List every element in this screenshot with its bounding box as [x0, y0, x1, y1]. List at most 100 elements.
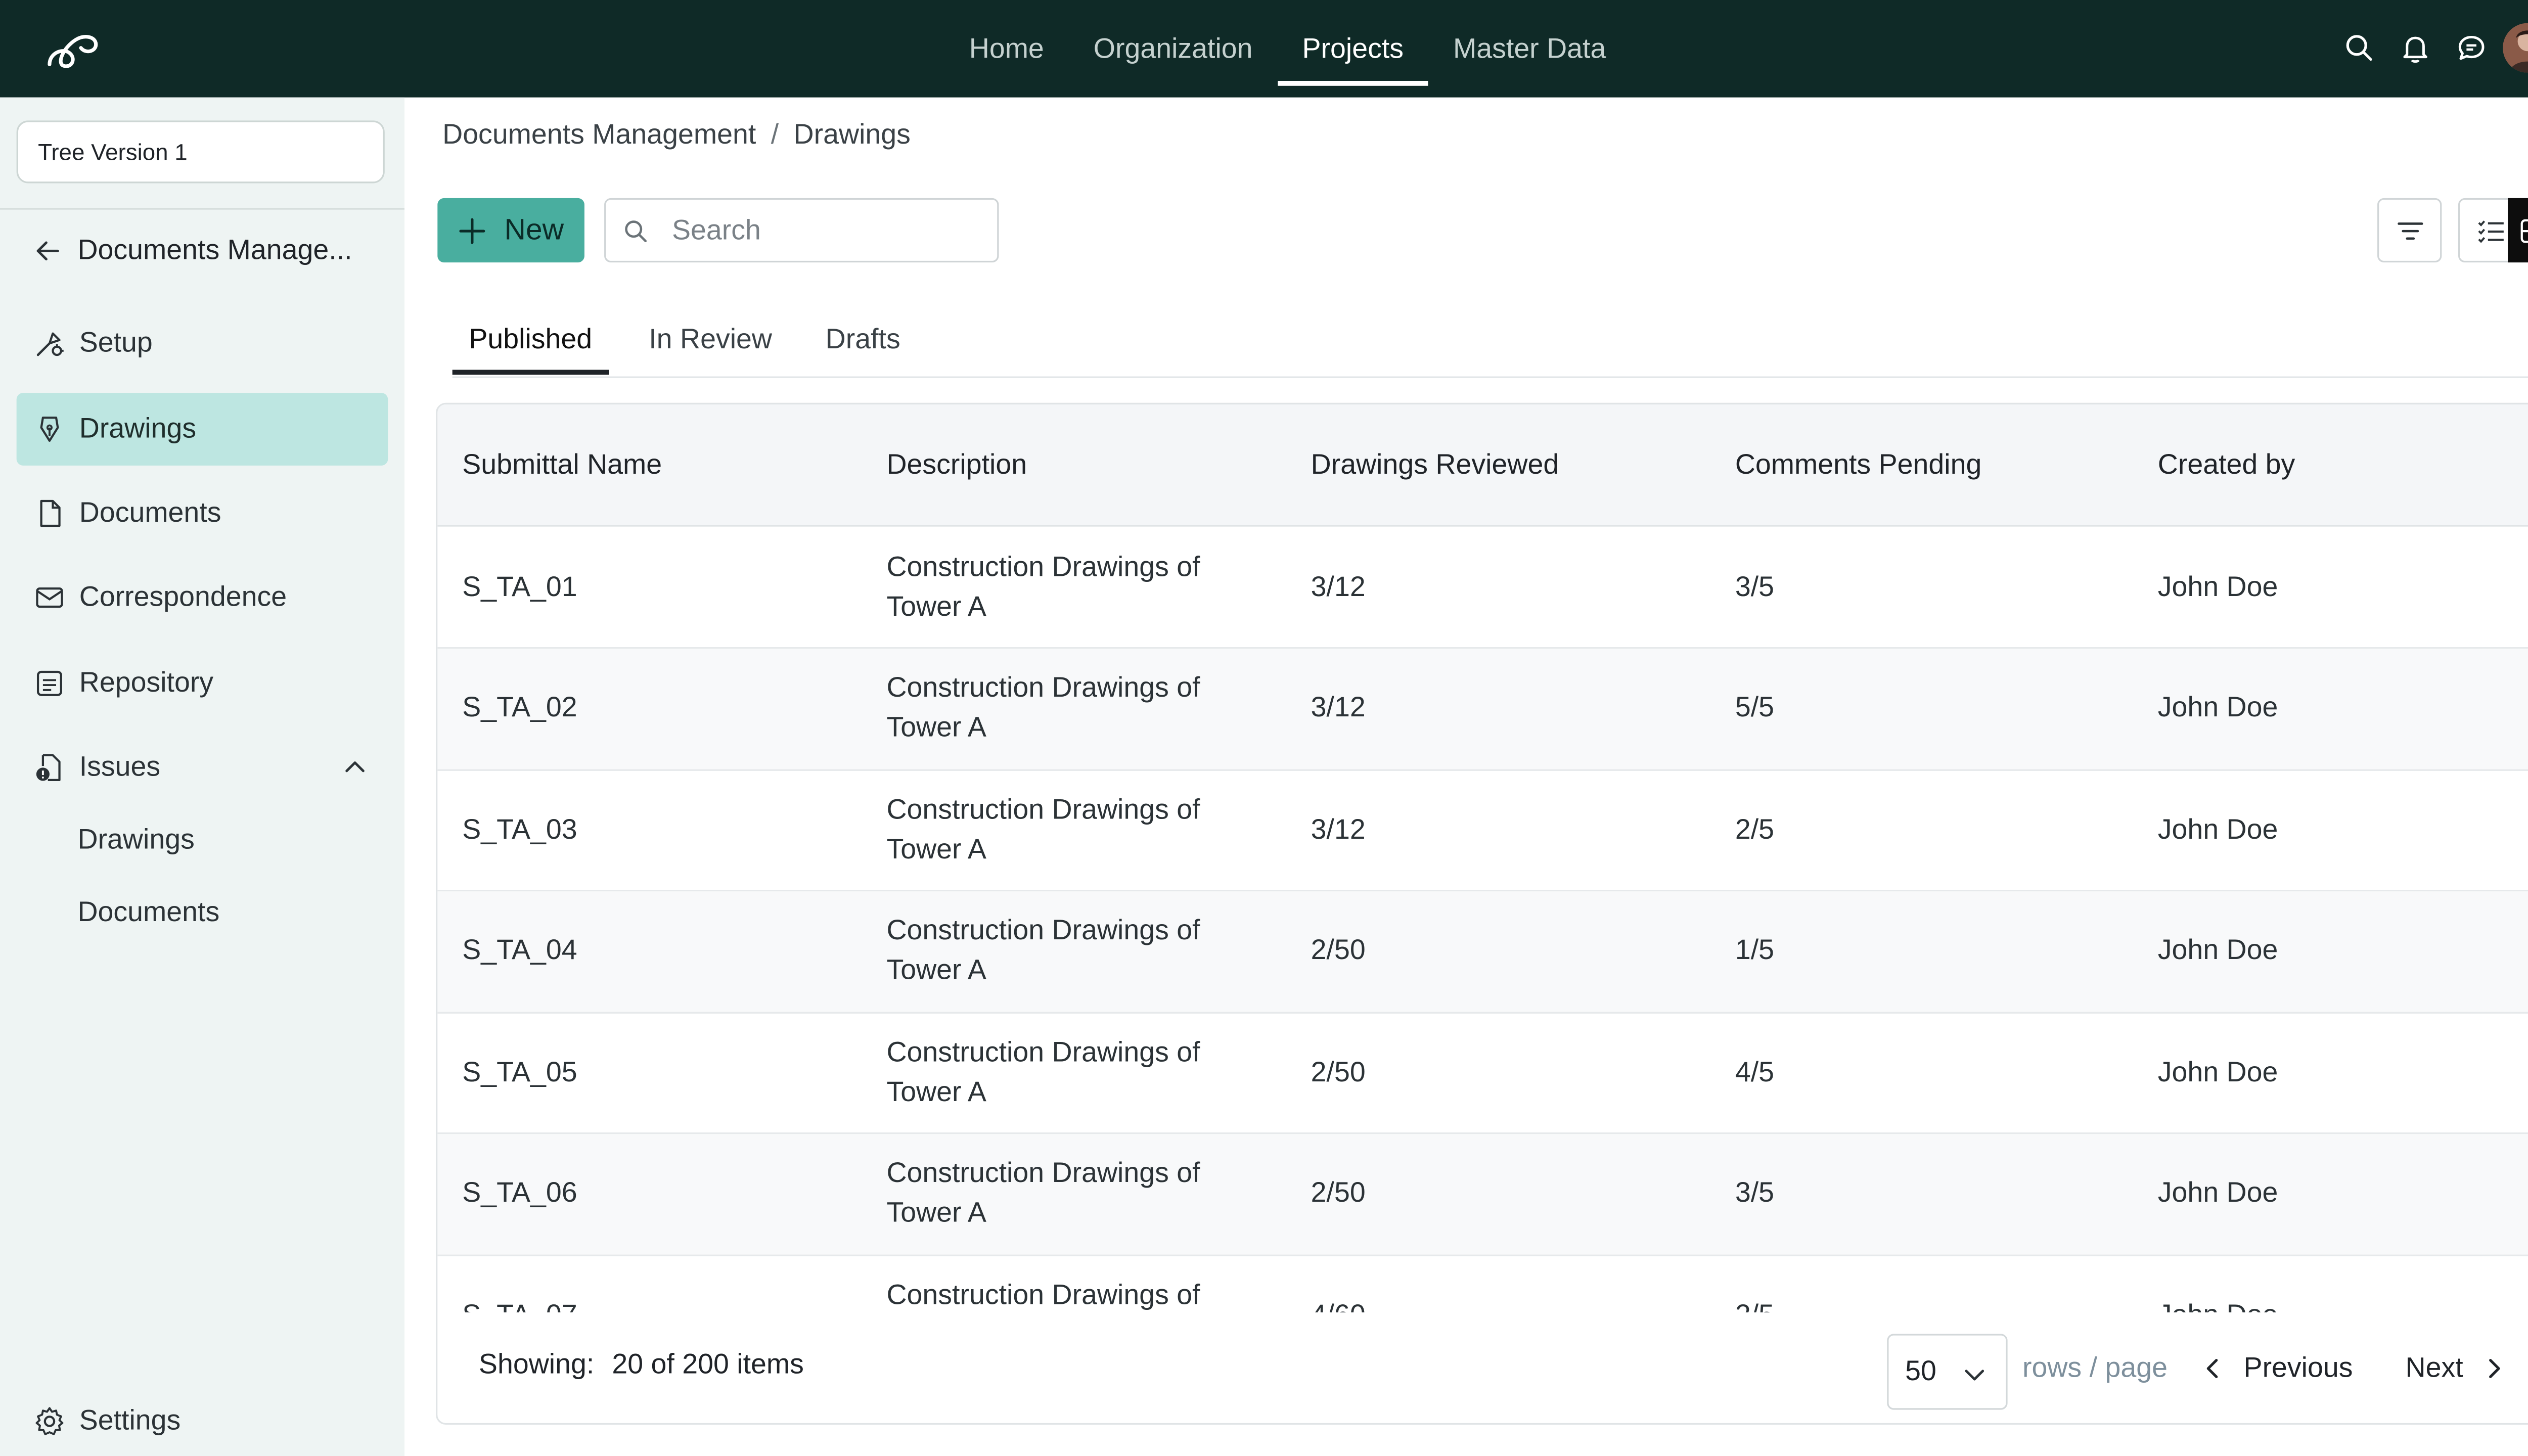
main-nav: Home Organization Projects Master Data: [944, 0, 1631, 98]
cell-submittal-name: S_TA_01: [462, 570, 577, 602]
sidebar-item-label: Setup: [79, 327, 153, 358]
user-avatar[interactable]: [2503, 23, 2528, 73]
rows-per-page-label: rows / page: [2022, 1352, 2168, 1384]
cell-drawings-reviewed: 3/12: [1311, 570, 1366, 602]
avatar-image: [2503, 23, 2528, 73]
cell-submittal-name: S_TA_04: [462, 934, 577, 966]
top-navigation-bar: Home Organization Projects Master Data: [0, 0, 2528, 98]
search-input[interactable]: [668, 212, 973, 249]
nav-organization[interactable]: Organization: [1069, 0, 1278, 98]
table-row[interactable]: S_TA_05 Construction Drawings of Tower A…: [437, 1012, 2528, 1134]
list-view-icon: [2477, 219, 2503, 242]
page-size-select[interactable]: 50: [1887, 1334, 2008, 1410]
table-row[interactable]: S_TA_04 Construction Drawings of Tower A…: [437, 890, 2528, 1013]
brand-logo-icon[interactable]: [39, 20, 106, 76]
table-footer: Showing: 20 of 200 items 50 rows / page …: [437, 1312, 2528, 1423]
mail-icon: [36, 587, 63, 608]
tree-version-select[interactable]: Tree Version 1: [16, 120, 385, 184]
sidebar-item-label: Repository: [79, 667, 214, 699]
breadcrumb-separator: /: [771, 119, 779, 151]
table-row[interactable]: S_TA_03 Construction Drawings of Tower A…: [437, 769, 2528, 892]
status-tabs: Published In Review Drafts: [452, 307, 2528, 378]
sidebar-subitem-issues-documents[interactable]: Documents: [77, 888, 219, 938]
pen-nib-icon: [40, 416, 59, 442]
sidebar-item-correspondence[interactable]: Correspondence: [17, 561, 388, 634]
chevron-left-icon: [2206, 1358, 2218, 1378]
table-header: Submittal Name Description Drawings Revi…: [437, 404, 2528, 527]
sidebar-item-documents[interactable]: Documents: [17, 477, 388, 550]
cell-drawings-reviewed: 2/50: [1311, 1056, 1366, 1087]
nav-home[interactable]: Home: [944, 0, 1069, 98]
cell-submittal-name: S_TA_06: [462, 1177, 577, 1209]
sidebar-item-issues[interactable]: Issues: [17, 732, 388, 804]
table-row[interactable]: S_TA_07 Construction Drawings of Tower A…: [437, 1255, 2528, 1312]
cell-comments-pending: 5/5: [1735, 692, 1775, 723]
bell-icon[interactable]: [2397, 30, 2433, 66]
table-row[interactable]: S_TA_01 Construction Drawings of Tower A…: [437, 527, 2528, 649]
cell-created-by: John Doe: [2157, 813, 2278, 845]
cell-created-by: John Doe: [2157, 934, 2278, 966]
grid-view-button[interactable]: [2507, 198, 2528, 263]
table-body: S_TA_01 Construction Drawings of Tower A…: [437, 527, 2528, 1312]
filter-button[interactable]: [2377, 198, 2442, 263]
breadcrumb-parent[interactable]: Documents Management: [442, 119, 756, 158]
cell-comments-pending: 2/5: [1735, 1255, 1774, 1312]
nav-master-data[interactable]: Master Data: [1428, 0, 1631, 98]
chat-icon[interactable]: [2453, 30, 2490, 66]
arrow-left-icon: [36, 241, 59, 261]
chevron-right-icon: [2489, 1358, 2500, 1378]
cell-comments-pending: 2/5: [1735, 813, 1775, 845]
column-header-description[interactable]: Description: [886, 404, 1027, 525]
sidebar-item-label: Issues: [79, 751, 161, 783]
tab-drafts[interactable]: Drafts: [826, 307, 900, 373]
sidebar-item-repository[interactable]: Repository: [17, 647, 388, 720]
sidebar-subitem-issues-drawings[interactable]: Drawings: [77, 815, 194, 865]
tab-in-review[interactable]: In Review: [649, 307, 772, 373]
cell-comments-pending: 3/5: [1735, 1177, 1775, 1209]
back-to-documents-management[interactable]: Documents Manage...: [33, 226, 388, 276]
cell-description: Construction Drawings of Tower A: [886, 671, 1200, 743]
sidebar-item-setup[interactable]: Setup: [17, 307, 388, 380]
cell-description: Construction Drawings of Tower A: [886, 550, 1200, 622]
showing-label: Showing:: [478, 1348, 595, 1380]
next-page-button[interactable]: Next: [2406, 1349, 2506, 1388]
cell-drawings-reviewed: 2/50: [1311, 1177, 1366, 1209]
cell-created-by: John Doe: [2157, 692, 2278, 723]
sidebar-item-label: Documents: [79, 496, 221, 528]
sidebar-item-drawings[interactable]: Drawings: [16, 393, 388, 466]
file-icon: [40, 499, 61, 527]
cell-description: Construction Drawings of Tower A: [886, 1035, 1200, 1107]
tab-published[interactable]: Published: [452, 307, 608, 375]
previous-page-button[interactable]: Previous: [2201, 1349, 2353, 1388]
showing-value: 20 of 200 items: [612, 1348, 804, 1380]
table-row[interactable]: S_TA_02 Construction Drawings of Tower A…: [437, 648, 2528, 770]
column-header-comments-pending[interactable]: Comments Pending: [1735, 404, 1982, 525]
setup-icon: [36, 332, 64, 356]
previous-label: Previous: [2243, 1352, 2353, 1384]
cell-description: Construction Drawings of Tower A: [886, 793, 1200, 864]
sidebar-item-label: Correspondence: [79, 581, 287, 613]
column-header-created-by[interactable]: Created by: [2158, 404, 2295, 525]
plus-icon: [460, 217, 486, 243]
cell-description: Construction Drawings of Tower A: [886, 1157, 1200, 1228]
cell-drawings-reviewed: 3/12: [1311, 692, 1366, 723]
new-button[interactable]: New: [437, 198, 584, 263]
sidebar: Tree Version 1 Documents Manage... Setup: [0, 97, 404, 1456]
cell-submittal-name: S_TA_05: [462, 1056, 577, 1087]
cell-created-by: John Doe: [2158, 1255, 2278, 1312]
archive-icon: [36, 670, 62, 696]
page-size-value: 50: [1905, 1355, 1936, 1387]
nav-projects[interactable]: Projects: [1277, 0, 1429, 98]
column-header-drawings-reviewed[interactable]: Drawings Reviewed: [1311, 404, 1559, 525]
cell-drawings-reviewed: 4/60: [1311, 1255, 1366, 1312]
table-row[interactable]: S_TA_06 Construction Drawings of Tower A…: [437, 1133, 2528, 1256]
search-icon[interactable]: [2341, 30, 2377, 66]
chevron-up-icon[interactable]: [342, 754, 368, 781]
sidebar-item-settings[interactable]: Settings: [17, 1385, 388, 1456]
search-box: [604, 198, 999, 263]
column-header-submittal-name[interactable]: Submittal Name: [462, 404, 662, 525]
sidebar-item-label: Settings: [79, 1404, 181, 1436]
next-label: Next: [2405, 1352, 2463, 1384]
cell-comments-pending: 1/5: [1735, 934, 1775, 966]
cell-created-by: John Doe: [2157, 570, 2278, 602]
